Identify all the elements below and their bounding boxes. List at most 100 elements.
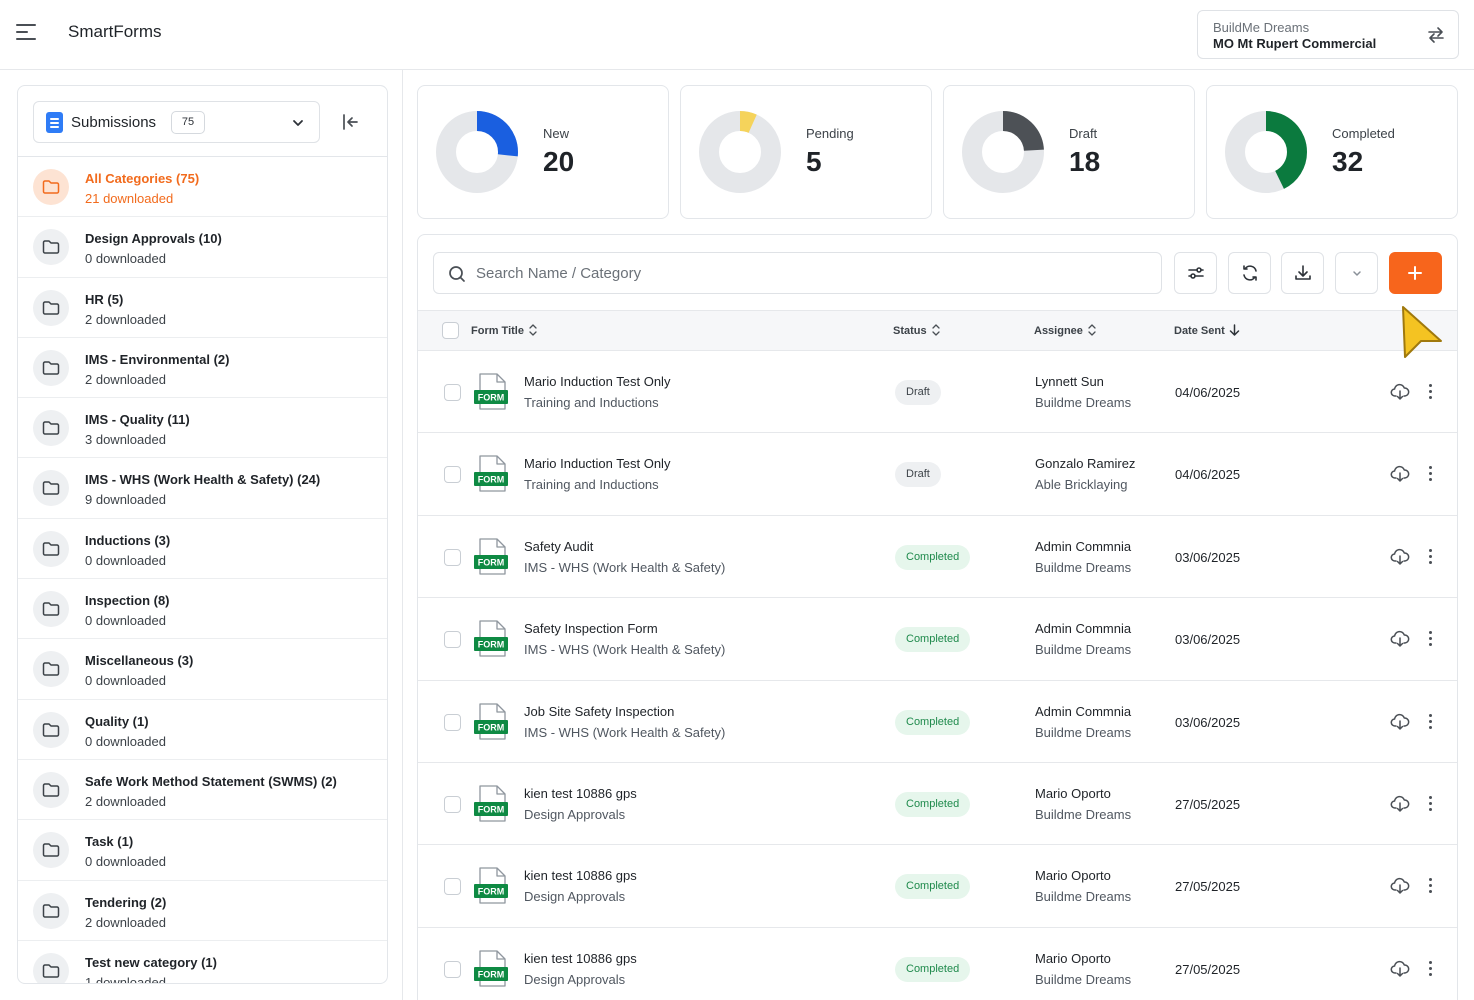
form-title[interactable]: kien test 10886 gps xyxy=(524,951,637,966)
cloud-download-icon[interactable] xyxy=(1390,876,1410,896)
form-category: IMS - WHS (Work Health & Safety) xyxy=(524,559,726,575)
category-downloaded: 0 downloaded xyxy=(85,673,166,689)
more-vertical-icon[interactable] xyxy=(1426,464,1434,484)
more-vertical-icon[interactable] xyxy=(1426,794,1434,814)
stat-donut xyxy=(699,111,781,193)
add-submission-button[interactable] xyxy=(1389,252,1442,294)
more-vertical-icon[interactable] xyxy=(1426,876,1434,896)
form-title[interactable]: Mario Induction Test Only xyxy=(524,374,670,389)
assignee-name: Lynnett Sun xyxy=(1035,374,1104,389)
sort-icon xyxy=(1088,324,1096,336)
table-row[interactable]: FORM kien test 10886 gps Design Approvals C… xyxy=(418,928,1457,1000)
row-checkbox[interactable] xyxy=(444,878,461,896)
category-item[interactable]: Design Approvals (10) 0 downloaded xyxy=(18,217,387,278)
category-item[interactable]: Inductions (3) 0 downloaded xyxy=(18,519,387,580)
category-item[interactable]: Tendering (2) 2 downloaded xyxy=(18,881,387,941)
more-vertical-icon[interactable] xyxy=(1426,712,1434,732)
row-checkbox[interactable] xyxy=(444,466,461,484)
more-vertical-icon[interactable] xyxy=(1426,547,1434,567)
category-icon xyxy=(33,229,69,266)
column-assignee[interactable]: Assignee xyxy=(1034,324,1097,337)
cloud-download-icon[interactable] xyxy=(1390,712,1410,732)
row-checkbox[interactable] xyxy=(444,960,461,978)
table-row[interactable]: FORM Safety Inspection Form IMS - WHS (Wor… xyxy=(418,598,1457,681)
download-button[interactable] xyxy=(1281,252,1324,294)
row-checkbox[interactable] xyxy=(444,548,461,566)
category-item[interactable]: Quality (1) 0 downloaded xyxy=(18,700,387,760)
row-checkbox[interactable] xyxy=(444,796,461,813)
stat-card-new[interactable]: New 20 xyxy=(417,85,669,219)
cloud-download-icon[interactable] xyxy=(1390,464,1410,484)
sidebar-region: Submissions 75 All Categories (75) 21 dow… xyxy=(0,70,403,1000)
category-downloaded: 0 downloaded xyxy=(85,854,166,870)
column-status[interactable]: Status xyxy=(893,324,941,337)
status-badge: Completed xyxy=(895,544,971,570)
category-item[interactable]: All Categories (75) 21 downloaded xyxy=(18,157,387,218)
stat-card-completed[interactable]: Completed 32 xyxy=(1206,85,1458,219)
form-category: IMS - WHS (Work Health & Safety) xyxy=(524,724,726,740)
stat-card-draft[interactable]: Draft 18 xyxy=(943,85,1195,219)
category-item[interactable]: Task (1) 0 downloaded xyxy=(18,820,387,881)
category-item[interactable]: Safe Work Method Statement (SWMS) (2) 2 d… xyxy=(18,760,387,821)
stat-value: 32 xyxy=(1332,146,1364,177)
table-row[interactable]: FORM Job Site Safety Inspection IMS - WHS … xyxy=(418,681,1457,763)
table-row[interactable]: FORM Mario Induction Test Only Training an… xyxy=(418,433,1457,516)
chevron-down-icon xyxy=(293,120,303,126)
category-item[interactable]: Miscellaneous (3) 0 downloaded xyxy=(18,639,387,700)
search-input[interactable] xyxy=(476,259,1136,287)
select-all-checkbox[interactable] xyxy=(442,322,459,339)
category-name: HR (5) xyxy=(85,291,124,307)
table-row[interactable]: FORM kien test 10886 gps Design Approvals C… xyxy=(418,763,1457,846)
submissions-select[interactable]: Submissions 75 xyxy=(33,101,320,143)
table-row[interactable]: FORM Mario Induction Test Only Training an… xyxy=(418,351,1457,434)
menu-icon[interactable] xyxy=(16,24,38,44)
collapse-left-icon[interactable] xyxy=(340,112,360,132)
column-date-sent[interactable]: Date Sent xyxy=(1174,324,1240,337)
form-title[interactable]: kien test 10886 gps xyxy=(524,868,637,883)
category-item[interactable]: HR (5) 2 downloaded xyxy=(18,278,387,338)
filter-button[interactable] xyxy=(1174,252,1217,294)
column-status-label: Status xyxy=(893,325,927,337)
category-downloaded: 0 downloaded xyxy=(85,733,166,749)
form-title[interactable]: kien test 10886 gps xyxy=(524,786,637,801)
cloud-download-icon[interactable] xyxy=(1390,547,1410,567)
download-options-button[interactable] xyxy=(1335,252,1378,294)
stat-card-pending[interactable]: Pending 5 xyxy=(680,85,932,219)
form-title[interactable]: Safety Audit xyxy=(524,539,593,554)
form-badge-text: FORM xyxy=(478,722,505,732)
category-name: Inspection (8) xyxy=(85,593,170,609)
category-item[interactable]: Test new category (1) 1 downloaded xyxy=(18,941,387,983)
category-item[interactable]: IMS - WHS (Work Health & Safety) (24) 9 d… xyxy=(18,458,387,519)
column-form-title[interactable]: Form Title xyxy=(471,324,538,337)
category-item[interactable]: IMS - Quality (11) 3 downloaded xyxy=(18,398,387,459)
cloud-download-icon[interactable] xyxy=(1390,382,1410,402)
cloud-download-icon[interactable] xyxy=(1390,959,1410,979)
category-item[interactable]: IMS - Environmental (2) 2 downloaded xyxy=(18,338,387,399)
more-vertical-icon[interactable] xyxy=(1426,629,1434,649)
form-badge-text: FORM xyxy=(478,475,505,485)
category-item[interactable]: Inspection (8) 0 downloaded xyxy=(18,579,387,640)
more-vertical-icon[interactable] xyxy=(1426,959,1434,979)
cloud-download-icon[interactable] xyxy=(1390,629,1410,649)
form-category: Training and Inductions xyxy=(524,477,659,493)
form-category: Design Approvals xyxy=(524,807,626,822)
organization-switcher[interactable]: BuildMe Dreams MO Mt Rupert Commercial xyxy=(1197,10,1459,59)
category-name: IMS - WHS (Work Health & Safety) (24) xyxy=(85,472,321,488)
assignee-organization: Able Bricklaying xyxy=(1035,477,1128,493)
row-checkbox[interactable] xyxy=(444,384,461,401)
row-checkbox[interactable] xyxy=(444,631,461,649)
row-checkbox[interactable] xyxy=(444,713,461,731)
more-vertical-icon[interactable] xyxy=(1426,382,1434,402)
form-title[interactable]: Job Site Safety Inspection xyxy=(524,704,674,719)
form-title[interactable]: Mario Induction Test Only xyxy=(524,456,670,471)
category-icon xyxy=(33,530,69,567)
status-badge: Completed xyxy=(895,874,971,900)
refresh-button[interactable] xyxy=(1228,252,1271,294)
table-row[interactable]: FORM Safety Audit IMS - WHS (Work Health &… xyxy=(418,516,1457,599)
form-badge-text: FORM xyxy=(478,640,505,650)
cloud-download-icon[interactable] xyxy=(1390,794,1410,814)
category-icon xyxy=(33,952,69,983)
table-row[interactable]: FORM kien test 10886 gps Design Approvals C… xyxy=(418,845,1457,928)
form-title[interactable]: Safety Inspection Form xyxy=(524,621,658,636)
folder-icon xyxy=(42,481,60,496)
